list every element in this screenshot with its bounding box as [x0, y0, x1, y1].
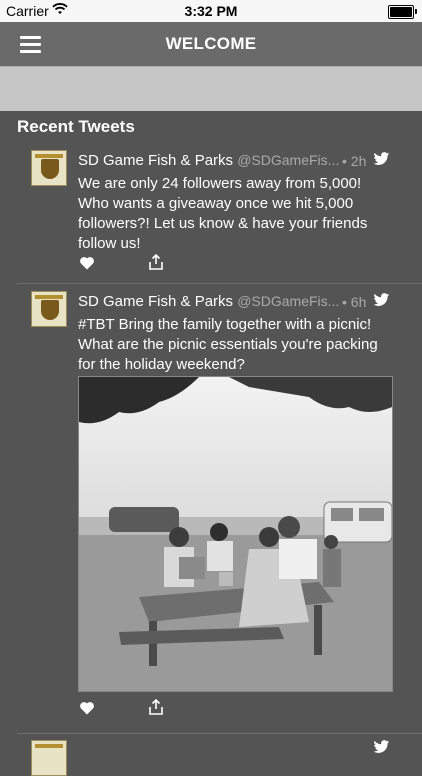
avatar[interactable] — [31, 740, 67, 776]
tweet-timestamp: • 6h — [342, 294, 367, 310]
tweet-author-name[interactable]: SD Game Fish & Parks — [78, 293, 233, 310]
tweet-header: SD Game Fish & Parks @SDGameFis... — [78, 293, 339, 310]
picnic-photo-image — [79, 377, 392, 691]
avatar[interactable] — [31, 150, 67, 186]
share-icon[interactable] — [148, 254, 164, 270]
heart-icon[interactable] — [79, 255, 95, 271]
tweet-author-name[interactable]: SD Game Fish & Parks — [78, 152, 233, 169]
sub-header-bar — [0, 66, 422, 111]
twitter-bird-icon — [373, 152, 390, 165]
tweet-item[interactable]: SD Game Fish & Parks @SDGameFis... • 2h … — [0, 150, 422, 280]
tweet-text: We are only 24 followers away from 5,000… — [78, 175, 368, 252]
nav-bar: WELCOME — [0, 22, 422, 66]
clock: 3:32 PM — [184, 3, 238, 19]
status-bar: Carrier 3:32 PM — [0, 0, 422, 22]
tweet-author-handle[interactable]: @SDGameFis... — [237, 293, 339, 309]
share-icon[interactable] — [148, 699, 164, 715]
tweet-header: SD Game Fish & Parks @SDGameFis... — [78, 152, 339, 169]
tweet-author-handle[interactable]: @SDGameFis... — [237, 152, 339, 168]
avatar[interactable] — [31, 291, 67, 327]
tweet-timestamp: • 2h — [342, 153, 367, 169]
heart-icon[interactable] — [79, 700, 95, 716]
section-title: Recent Tweets — [17, 117, 135, 136]
divider — [17, 283, 422, 284]
twitter-bird-icon — [373, 293, 390, 306]
twitter-bird-icon — [373, 740, 390, 753]
battery-icon — [388, 5, 417, 19]
tweet-photo[interactable] — [78, 376, 393, 692]
divider — [17, 733, 422, 734]
page-title: WELCOME — [165, 34, 257, 53]
tweet-text: #TBT Bring the family together with a pi… — [78, 316, 378, 373]
